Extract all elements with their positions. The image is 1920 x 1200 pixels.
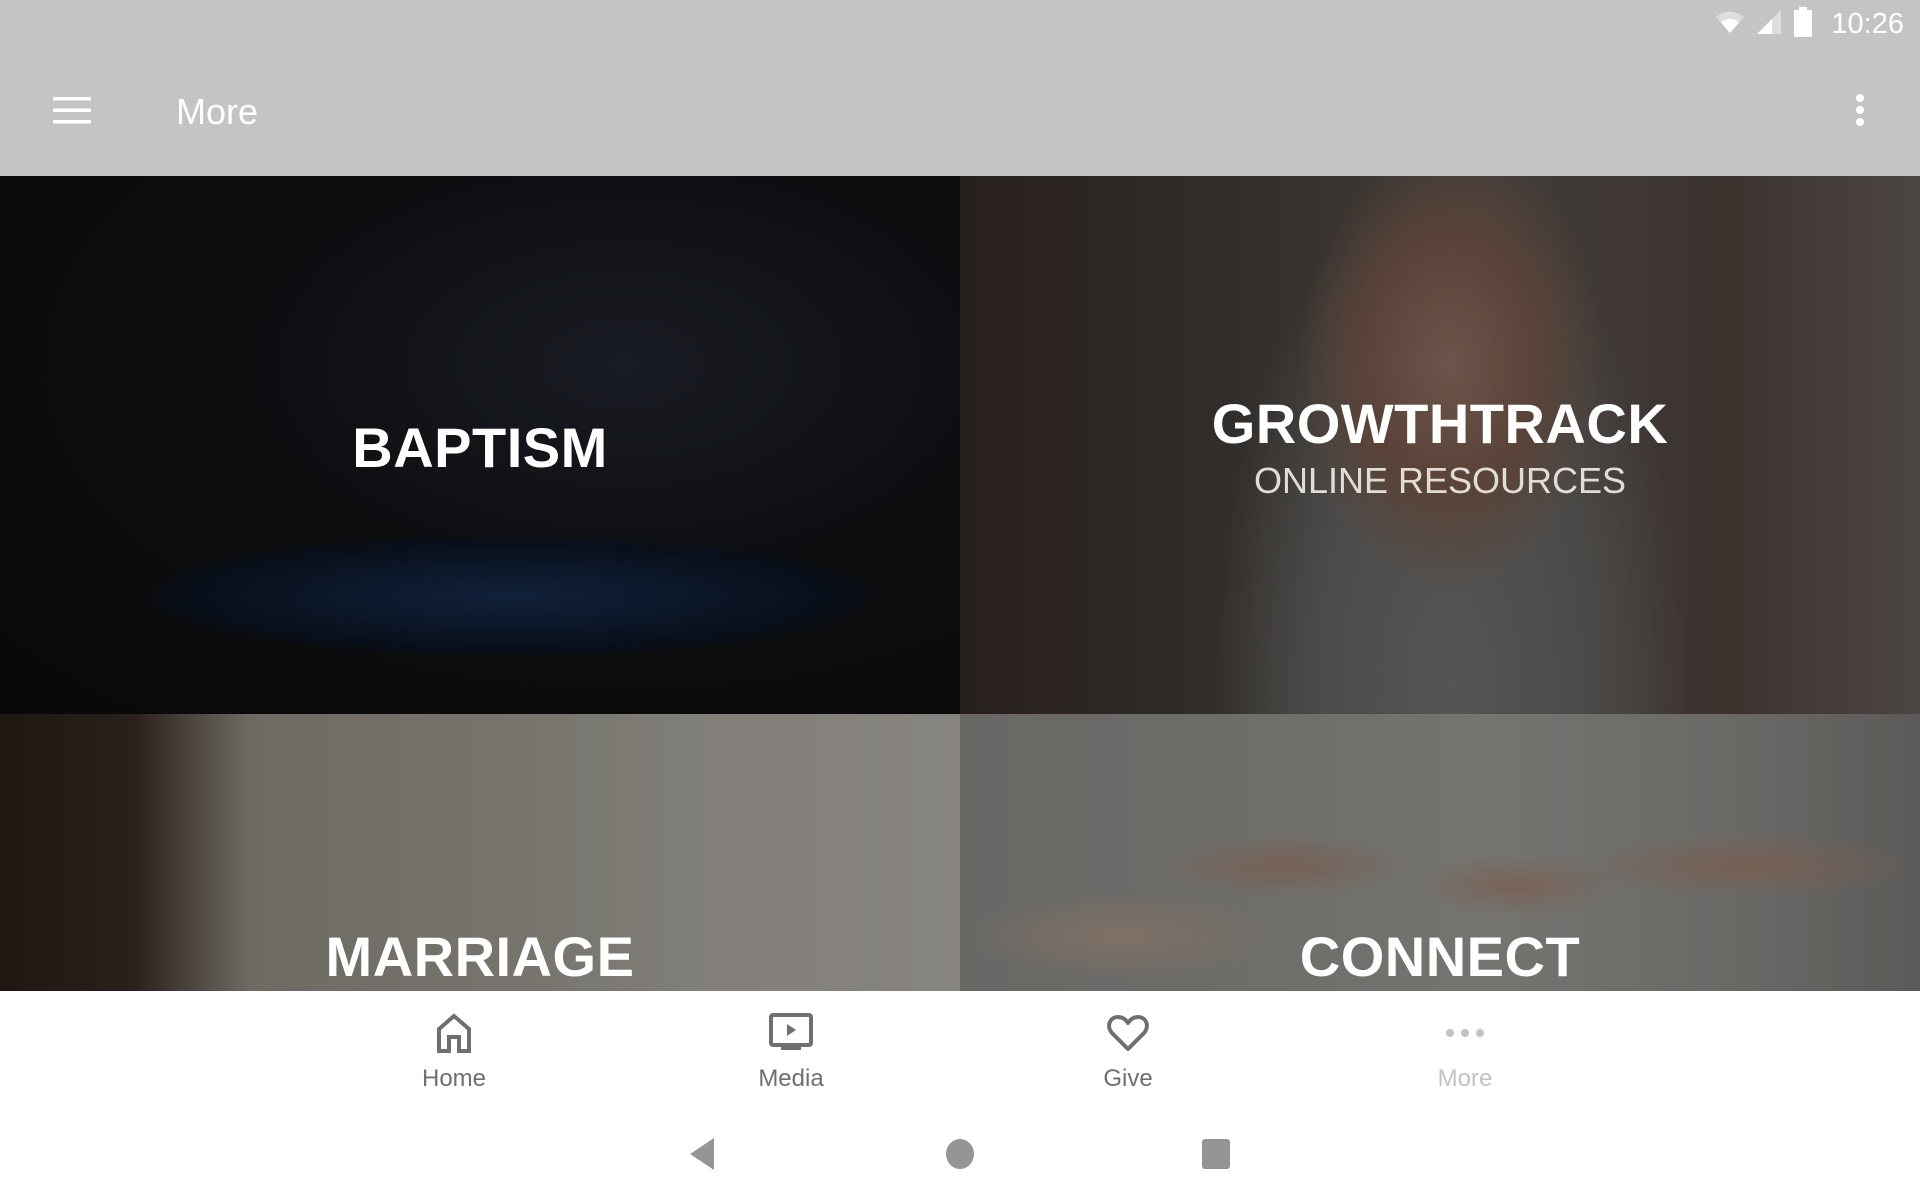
tile-subtitle: ONLINE RESOURCES bbox=[1253, 460, 1627, 501]
system-home-button[interactable] bbox=[930, 1131, 990, 1181]
system-back-button[interactable] bbox=[672, 1131, 732, 1181]
hamburger-menu-icon bbox=[53, 96, 91, 129]
heart-icon bbox=[1107, 1011, 1149, 1055]
more-horiz-icon bbox=[1445, 1011, 1485, 1055]
nav-label: Media bbox=[758, 1065, 824, 1092]
nav-item-home[interactable]: Home bbox=[354, 991, 554, 1111]
tile-growthtrack[interactable]: GROWTHTRACK ONLINE RESOURCES bbox=[960, 176, 1920, 714]
more-vert-icon bbox=[1854, 93, 1866, 132]
home-circle-icon bbox=[945, 1138, 975, 1175]
home-icon bbox=[436, 1011, 472, 1055]
nav-item-more[interactable]: More bbox=[1365, 991, 1565, 1111]
page-title: More bbox=[176, 91, 259, 132]
cell-signal-icon bbox=[1755, 9, 1783, 40]
tile-baptism[interactable]: BAPTISM bbox=[0, 176, 960, 714]
tile-title: CONNECT bbox=[1299, 925, 1581, 988]
nav-label: More bbox=[1437, 1065, 1493, 1092]
status-icons: 10:26 bbox=[1715, 6, 1904, 42]
battery-icon bbox=[1793, 6, 1813, 42]
content-grid: BAPTISM GROWTHTRACK ONLINE RESOURCES MAR… bbox=[0, 176, 1920, 991]
nav-item-give[interactable]: Give bbox=[1028, 991, 1228, 1111]
menu-button[interactable] bbox=[40, 88, 104, 136]
tv-play-icon bbox=[769, 1011, 813, 1055]
app-bar: More bbox=[0, 48, 1920, 176]
status-time: 10:26 bbox=[1831, 7, 1904, 40]
tile-marriage[interactable]: MARRIAGE bbox=[0, 714, 960, 991]
system-navigation-bar bbox=[0, 1111, 1920, 1200]
recents-square-icon bbox=[1201, 1138, 1231, 1175]
tile-title: GROWTHTRACK bbox=[1211, 392, 1669, 455]
wifi-icon bbox=[1715, 9, 1745, 40]
status-bar: 10:26 bbox=[0, 0, 1920, 48]
tile-connect[interactable]: CONNECT bbox=[960, 714, 1920, 991]
overflow-menu-button[interactable] bbox=[1840, 88, 1880, 136]
nav-label: Home bbox=[421, 1065, 487, 1092]
tile-title: BAPTISM bbox=[352, 416, 608, 479]
back-triangle-icon bbox=[688, 1137, 716, 1176]
tile-title: MARRIAGE bbox=[325, 925, 635, 988]
system-recents-button[interactable] bbox=[1186, 1131, 1246, 1181]
nav-item-media[interactable]: Media bbox=[691, 991, 891, 1111]
nav-label: Give bbox=[1103, 1065, 1153, 1092]
bottom-navigation: Home Media Give More bbox=[0, 991, 1920, 1111]
